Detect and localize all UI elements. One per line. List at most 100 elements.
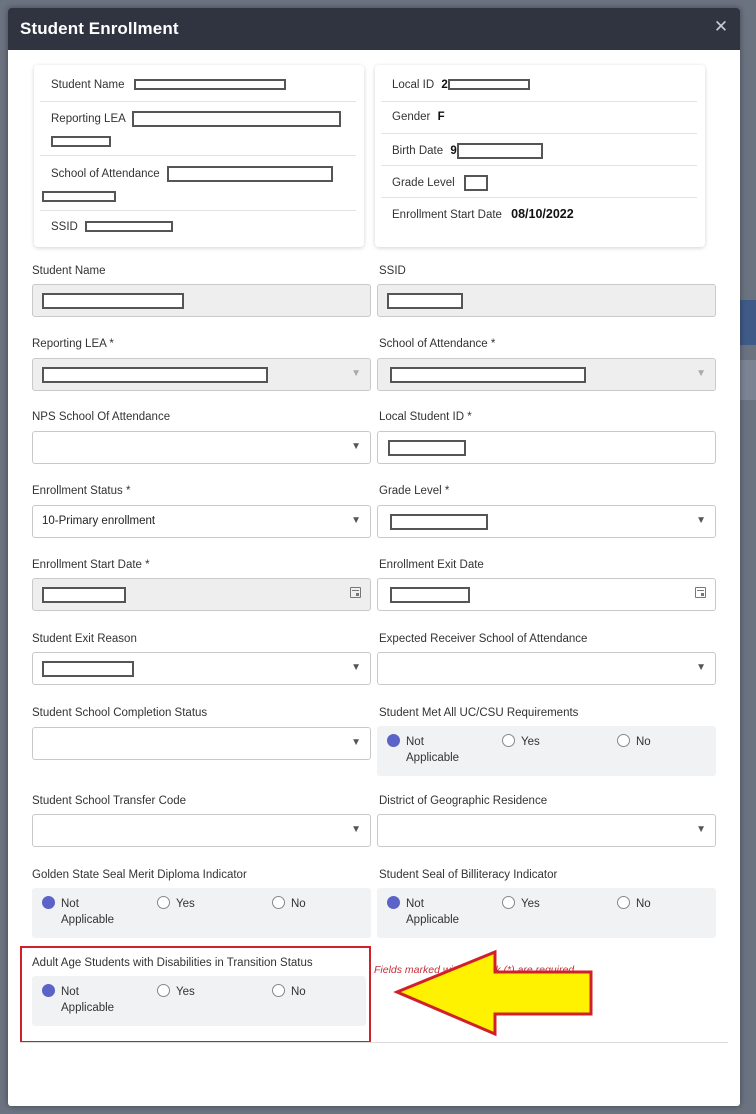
student-enrollment-modal: Student Enrollment ✕ Student Name Report… [8,8,740,1106]
summary-ssid: SSID [51,221,174,233]
enrollment-status-value: 10-Primary enrollment [42,515,156,527]
summary-reporting-lea-cont [51,136,111,148]
yellow-arrow-shape [393,949,593,1037]
redacted-value [390,587,470,603]
student-name-input[interactable] [32,284,371,317]
chevron-down-icon: ▼ [696,515,706,526]
summary-gender: Gender F [392,111,445,123]
radio-unselected-icon[interactable] [272,984,285,997]
close-icon[interactable]: ✕ [712,18,730,36]
summary-school-label: School of Attendance [51,168,160,181]
reporting-lea-label: Reporting LEA * [32,338,114,350]
redacted-value [166,166,333,182]
summary-birth-date-label: Birth Date [392,145,444,158]
summary-reporting-lea-label: Reporting LEA [51,113,126,126]
redacted-value [42,587,126,603]
footer-divider [20,1042,728,1043]
redacted-value [447,79,530,91]
redacted-value [42,191,116,203]
redacted-value [132,111,342,127]
chevron-down-icon: ▼ [351,368,361,379]
radio-label: Not Applicable [61,898,115,926]
student-exit-reason-label: Student Exit Reason [32,633,137,645]
chevron-down-icon: ▼ [696,662,706,673]
chevron-down-icon: ▼ [351,824,361,835]
radio-unselected-icon[interactable] [617,896,630,909]
summary-gender-label: Gender [392,111,431,123]
radio-selected-icon[interactable] [42,896,55,909]
radio-unselected-icon[interactable] [157,984,170,997]
school-of-attendance-label: School of Attendance * [379,338,496,350]
completion-status-label: Student School Completion Status [32,707,208,719]
ssid-label: SSID [379,265,406,277]
enrollment-status-label: Enrollment Status * [32,485,131,497]
summary-student-name: Student Name [51,79,286,91]
enrollment-status-select[interactable]: 10-Primary enrollment ▼ [32,505,371,538]
radio-unselected-icon[interactable] [502,734,515,747]
radio-label: Yes [521,736,540,748]
chevron-down-icon: ▼ [351,737,361,748]
summary-ssid-label: SSID [51,221,78,233]
radio-label: No [636,898,651,910]
summary-enrollment-start-label: Enrollment Start Date [392,209,502,221]
ssid-input[interactable] [377,284,716,317]
transfer-code-select[interactable]: ▼ [32,814,371,847]
school-of-attendance-select[interactable]: ▼ [377,358,716,391]
uc-csu-label: Student Met All UC/CSU Requirements [379,707,579,719]
redacted-value [463,175,488,191]
adult-age-label: Adult Age Students with Disabilities in … [32,957,313,969]
grade-level-select[interactable]: ▼ [377,505,716,538]
calendar-icon[interactable] [695,587,706,598]
radio-unselected-icon[interactable] [502,896,515,909]
redacted-value [51,136,111,148]
nps-school-label: NPS School Of Attendance [32,411,171,423]
radio-selected-icon[interactable] [387,734,400,747]
summary-school: School of Attendance [51,166,333,182]
expected-receiver-select[interactable]: ▼ [377,652,716,685]
enrollment-start-date-input[interactable] [32,578,371,611]
chevron-down-icon: ▼ [351,441,361,452]
redacted-value [390,514,488,530]
summary-school-cont [42,191,116,203]
summary-student-name-label: Student Name [51,79,125,91]
enrollment-exit-date-input[interactable] [377,578,716,611]
radio-label: No [291,986,306,998]
uc-csu-radio-group: Not Applicable Yes No [377,726,716,776]
completion-status-select[interactable]: ▼ [32,727,371,760]
redacted-value [133,79,286,91]
district-residence-select[interactable]: ▼ [377,814,716,847]
enrollment-start-date-label: Enrollment Start Date * [32,559,150,571]
redacted-value [390,367,586,383]
radio-label: No [636,736,651,748]
chevron-down-icon: ▼ [696,824,706,835]
nps-school-select[interactable]: ▼ [32,431,371,464]
redacted-value [42,661,134,677]
biliteracy-label: Student Seal of Billiteracy Indicator [379,869,558,881]
adult-age-radio-group: Not Applicable Yes No [32,976,366,1026]
expected-receiver-label: Expected Receiver School of Attendance [379,633,588,645]
chevron-down-icon: ▼ [351,515,361,526]
summary-birth-date: Birth Date 9 [392,143,543,159]
radio-unselected-icon[interactable] [157,896,170,909]
redacted-value [387,293,463,309]
summary-card-left: Student Name Reporting LEA School of Att… [34,65,364,247]
radio-label: Yes [176,898,195,910]
district-residence-label: District of Geographic Residence [379,795,548,807]
chevron-down-icon: ▼ [696,368,706,379]
summary-local-id: Local ID 2 [392,79,530,91]
student-exit-reason-select[interactable]: ▼ [32,652,371,685]
radio-unselected-icon[interactable] [617,734,630,747]
summary-enrollment-start: Enrollment Start Date 08/10/2022 [392,207,574,221]
redacted-value [388,440,466,456]
summary-gender-value: F [437,111,445,123]
reporting-lea-select[interactable]: ▼ [32,358,371,391]
golden-state-radio-group: Not Applicable Yes No [32,888,371,938]
summary-reporting-lea: Reporting LEA [51,111,342,127]
local-student-id-input[interactable] [377,431,716,464]
summary-card-right: Local ID 2 Gender F Birth Date 9 Grade L… [375,65,705,247]
radio-selected-icon[interactable] [387,896,400,909]
radio-selected-icon[interactable] [42,984,55,997]
calendar-icon[interactable] [350,587,361,598]
redacted-value [42,293,184,309]
radio-unselected-icon[interactable] [272,896,285,909]
